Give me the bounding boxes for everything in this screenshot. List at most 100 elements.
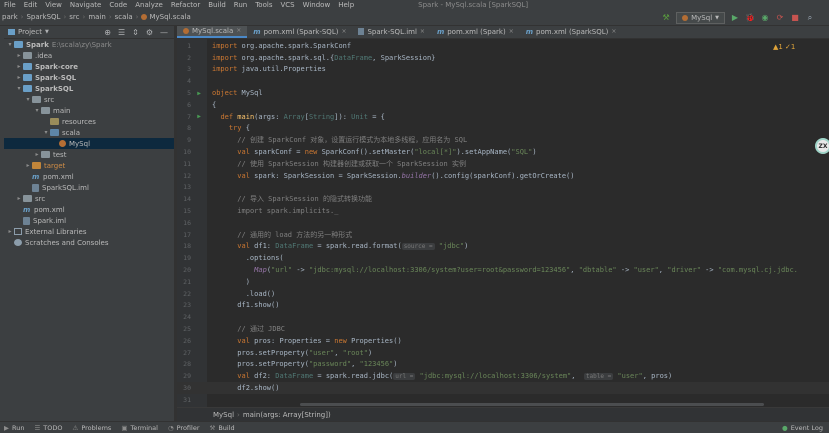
tree-item[interactable]: ▾ Spark E:\scala\zy\Spark <box>4 39 174 50</box>
menu-edit[interactable]: Edit <box>20 1 42 9</box>
expand-all-icon[interactable]: ⇕ <box>132 28 139 37</box>
code-line[interactable]: 20 Map("url" -> "jdbc:mysql://localhost:… <box>177 264 829 276</box>
menu-view[interactable]: View <box>41 1 66 9</box>
run-gutter-icon[interactable]: ▶ <box>191 90 207 97</box>
code-line[interactable]: 2 import org.apache.spark.sql.{DataFrame,… <box>177 52 829 64</box>
breadcrumb-item[interactable]: MySql.scala <box>149 13 190 21</box>
tree-item[interactable]: ▾ scala <box>4 127 174 138</box>
tree-item[interactable]: SparkSQL.iml <box>4 182 174 193</box>
chevron-right-icon[interactable]: ▸ <box>15 195 23 202</box>
tree-item[interactable]: ▸ target <box>4 160 174 171</box>
tree-item[interactable]: ▸ test <box>4 149 174 160</box>
tool-window-profiler[interactable]: ◔ Profiler <box>168 424 200 432</box>
locate-icon[interactable]: ⊕ <box>104 28 111 37</box>
tree-item[interactable]: ▸ .idea <box>4 50 174 61</box>
run-gutter-icon[interactable]: ▶ <box>191 113 207 120</box>
menu-navigate[interactable]: Navigate <box>66 1 105 9</box>
close-icon[interactable]: × <box>341 28 346 35</box>
chevron-down-icon[interactable]: ▾ <box>33 107 41 114</box>
breadcrumb-item[interactable]: park <box>2 13 18 21</box>
code-line[interactable]: 11 // 使用 SparkSession 构建器创建或获取一个 SparkSe… <box>177 158 829 170</box>
tree-item[interactable]: ▾ SparkSQL <box>4 83 174 94</box>
menu-analyze[interactable]: Analyze <box>131 1 167 9</box>
breadcrumb-item[interactable]: src <box>69 13 79 21</box>
project-panel-title[interactable]: Project <box>18 28 42 36</box>
menu-window[interactable]: Window <box>299 1 335 9</box>
editor-tab[interactable]: m pom.xml (SparkSQL) × <box>520 26 623 38</box>
tree-item[interactable]: m pom.xml <box>4 204 174 215</box>
tool-window-build[interactable]: ⚒ Build <box>210 424 235 432</box>
chevron-down-icon[interactable]: ▾ <box>42 129 50 136</box>
code-line[interactable]: 9 // 创建 SparkConf 对象，设置运行模式为本地多线程，应用名为 S… <box>177 134 829 146</box>
code-line[interactable]: 23 df1.show() <box>177 300 829 312</box>
tool-window-terminal[interactable]: ▣ Terminal <box>121 424 158 432</box>
event-log-button[interactable]: ● Event Log <box>782 424 829 432</box>
tree-item[interactable]: ▾ src <box>4 94 174 105</box>
run-icon[interactable]: ▶ <box>730 13 740 23</box>
tree-item[interactable]: m pom.xml <box>4 171 174 182</box>
tool-window-todo[interactable]: ☰ TODO <box>34 424 62 432</box>
code-line[interactable]: 14 // 导入 SparkSession 的隐式转换功能 <box>177 193 829 205</box>
menu-help[interactable]: Help <box>334 1 358 9</box>
tree-item[interactable]: MySql <box>4 138 174 149</box>
code-line[interactable]: 5 ▶ object MySql <box>177 87 829 99</box>
code-line[interactable]: 3 import java.util.Properties <box>177 64 829 76</box>
hide-icon[interactable]: — <box>160 28 168 37</box>
run-configuration-select[interactable]: MySql ▼ <box>676 11 725 24</box>
tree-item[interactable]: Scratches and Consoles <box>4 237 174 248</box>
plugin-floating-badge[interactable]: ZX <box>815 138 829 154</box>
coverage-icon[interactable]: ◉ <box>760 13 770 23</box>
chevron-right-icon[interactable]: ▸ <box>6 228 14 235</box>
chevron-right-icon[interactable]: ▸ <box>33 151 41 158</box>
close-icon[interactable]: × <box>420 28 425 35</box>
code-line[interactable]: 25 // 通过 JDBC <box>177 323 829 335</box>
editor-tab[interactable]: m pom.xml (Spark-SQL) × <box>247 26 352 38</box>
editor-tab[interactable]: MySql.scala × <box>177 26 248 38</box>
breadcrumb-item[interactable]: scala <box>115 13 133 21</box>
search-icon[interactable]: ⌕ <box>805 13 815 23</box>
code-line[interactable]: 1 import org.apache.spark.SparkConf <box>177 40 829 52</box>
breadcrumb-method[interactable]: main(args: Array[String]) <box>243 411 331 419</box>
chevron-right-icon[interactable]: ▸ <box>15 52 23 59</box>
menu-code[interactable]: Code <box>105 1 131 9</box>
menu-build[interactable]: Build <box>204 1 230 9</box>
debug-icon[interactable]: 🐞 <box>745 13 755 23</box>
chevron-down-icon[interactable]: ▾ <box>15 85 23 92</box>
stop-icon[interactable]: ■ <box>790 13 800 23</box>
code-line[interactable]: 4 <box>177 75 829 87</box>
code-line[interactable]: 16 <box>177 217 829 229</box>
tree-item[interactable]: ▸ src <box>4 193 174 204</box>
chevron-right-icon[interactable]: ▸ <box>15 74 23 81</box>
tree-item[interactable]: resources <box>4 116 174 127</box>
profile-icon[interactable]: ⟳ <box>775 13 785 23</box>
editor-tab[interactable]: m pom.xml (Spark) × <box>431 26 520 38</box>
tree-item[interactable]: ▸ Spark-SQL <box>4 72 174 83</box>
chevron-down-icon[interactable]: ▾ <box>6 41 14 48</box>
tree-item[interactable]: ▸ Spark-core <box>4 61 174 72</box>
code-line[interactable]: 24 <box>177 311 829 323</box>
code-line[interactable]: 27 pros.setProperty("user", "root") <box>177 347 829 359</box>
breadcrumb-object[interactable]: MySql <box>213 411 234 419</box>
close-icon[interactable]: × <box>509 28 514 35</box>
chevron-down-icon[interactable]: ▼ <box>45 29 49 35</box>
code-line[interactable]: 12 val spark: SparkSession = SparkSessio… <box>177 170 829 182</box>
inspection-widget[interactable]: ▲1 ✓1 <box>773 43 795 51</box>
editor-tab[interactable]: Spark-SQL.iml × <box>352 26 430 38</box>
breadcrumb-item[interactable]: main <box>88 13 106 21</box>
code-line[interactable]: 8 try { <box>177 123 829 135</box>
menu-refactor[interactable]: Refactor <box>167 1 204 9</box>
code-line[interactable]: 19 .options( <box>177 252 829 264</box>
code-line[interactable]: 10 val sparkConf = new SparkConf().setMa… <box>177 146 829 158</box>
menu-tools[interactable]: Tools <box>251 1 276 9</box>
code-line[interactable]: 30 df2.show() <box>177 382 829 394</box>
code-line[interactable]: 15 import spark.implicits._ <box>177 205 829 217</box>
code-line[interactable]: 17 // 通用的 load 方法的另一种形式 <box>177 229 829 241</box>
tool-window-run[interactable]: ▶ Run <box>4 424 24 432</box>
build-hammer-icon[interactable]: ⚒ <box>661 13 671 23</box>
code-line[interactable]: 6{ <box>177 99 829 111</box>
tree-item[interactable]: ▸ External Libraries <box>4 226 174 237</box>
code-line[interactable]: 21 ) <box>177 276 829 288</box>
menu-vcs[interactable]: VCS <box>276 1 298 9</box>
tree-item[interactable]: ▾ main <box>4 105 174 116</box>
code-line[interactable]: 22 .load() <box>177 288 829 300</box>
